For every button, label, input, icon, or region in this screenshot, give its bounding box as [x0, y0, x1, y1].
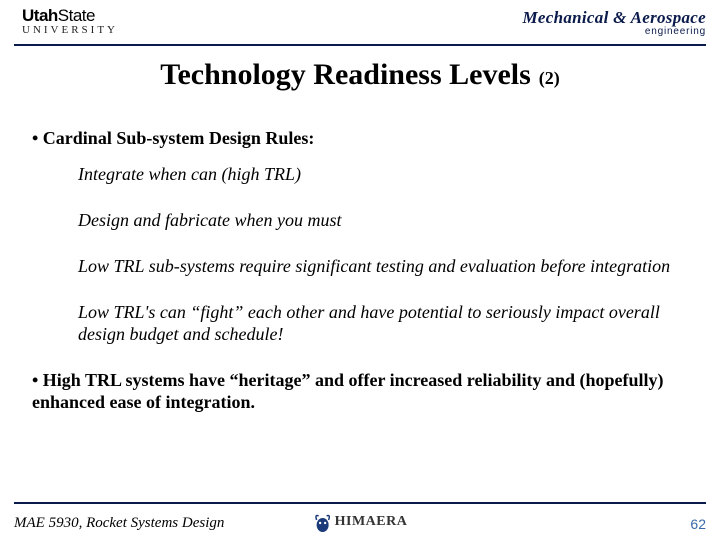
slide: UtahState UNIVERSITY Mechanical & Aerosp…	[0, 0, 720, 540]
header-divider	[14, 44, 706, 46]
title-main: Technology Readiness Levels	[160, 58, 531, 91]
sub-rule-2: Design and fabricate when you must	[78, 210, 674, 232]
chimaera-logo: HIMAERA	[313, 510, 408, 534]
bullet-cardinal-rules: • Cardinal Sub-system Design Rules:	[32, 128, 674, 150]
dept-logo: Mechanical & Aerospace engineering	[522, 8, 706, 37]
usu-subtext: UNIVERSITY	[22, 25, 118, 35]
chimaera-icon	[313, 510, 333, 534]
title-subscript: (2)	[539, 68, 560, 88]
usu-wordmark: UtahState	[22, 8, 118, 24]
chimaera-text: HIMAERA	[335, 514, 408, 530]
course-label: MAE 5930, Rocket Systems Design	[14, 515, 224, 532]
dept-name: Mechanical & Aerospace	[522, 8, 706, 28]
footer-divider	[14, 502, 706, 504]
sub-rule-1: Integrate when can (high TRL)	[78, 164, 674, 186]
sub-rule-3: Low TRL sub-systems require significant …	[78, 256, 674, 278]
slide-title: Technology Readiness Levels (2)	[0, 58, 720, 92]
usu-logo: UtahState UNIVERSITY	[22, 8, 118, 36]
header: UtahState UNIVERSITY Mechanical & Aerosp…	[0, 0, 720, 44]
sub-rule-4: Low TRL's can “fight” each other and hav…	[78, 302, 674, 346]
slide-body: • Cardinal Sub-system Design Rules: Inte…	[32, 118, 674, 414]
bullet-high-trl: • High TRL systems have “heritage” and o…	[32, 370, 674, 414]
page-number: 62	[690, 516, 706, 532]
sub-rules-list: Integrate when can (high TRL) Design and…	[78, 164, 674, 346]
